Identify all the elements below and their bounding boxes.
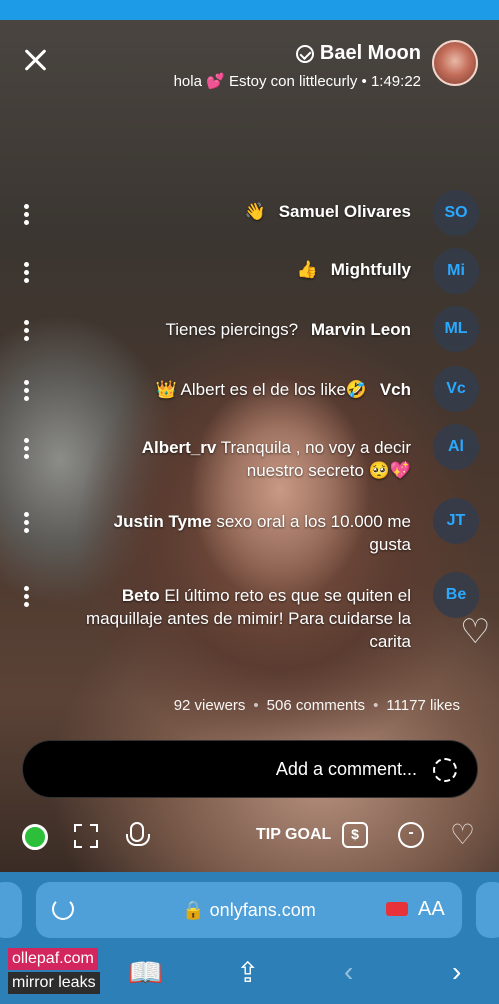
comment-box — [22, 740, 478, 798]
comment-text: Albert_rv Tranquila , no voy a decir nue… — [81, 436, 411, 482]
microphone-icon[interactable] — [126, 822, 150, 846]
comment-user[interactable]: Samuel Olivares — [279, 202, 411, 221]
status-separator: • — [361, 73, 371, 90]
comment-menu-icon[interactable] — [24, 262, 30, 286]
status-text: Estoy con littlecurly — [228, 73, 358, 90]
status-strip — [0, 0, 499, 20]
comment-text: Beto El último reto es que se quiten el … — [51, 584, 411, 653]
comment-user[interactable]: Albert_rv — [142, 438, 217, 457]
comment-user[interactable]: Mightfully — [331, 260, 411, 279]
watermark-line1: ollepaf.com — [8, 948, 98, 970]
comment-avatar[interactable]: Al — [433, 424, 479, 470]
chat-icon[interactable]: - — [398, 822, 424, 848]
record-icon[interactable] — [386, 902, 408, 916]
tip-icon[interactable]: $ — [342, 822, 368, 848]
verified-icon — [295, 44, 314, 63]
stats-separator: • — [253, 697, 259, 714]
stream-stats: 92 viewers • 506 comments • 11177 likes — [40, 697, 460, 714]
stats-separator: • — [373, 697, 379, 714]
like-heart-icon[interactable]: ♡ — [460, 612, 490, 652]
comment-avatar[interactable]: SO — [433, 190, 479, 236]
comment-avatar[interactable]: Vc — [433, 366, 479, 412]
comment-avatar[interactable]: Mi — [433, 248, 479, 294]
live-status-icon[interactable] — [22, 824, 48, 850]
favorite-heart-icon[interactable]: ♡ — [450, 818, 475, 851]
creator-avatar[interactable] — [432, 40, 478, 86]
comment-user[interactable]: Vch — [380, 380, 411, 399]
status-tail: hola — [173, 73, 202, 90]
comment-avatar[interactable]: JT — [433, 498, 479, 544]
comment-user[interactable]: Marvin Leon — [311, 320, 411, 339]
comment-text: Tienes piercings? Marvin Leon — [166, 318, 411, 341]
comment-menu-icon[interactable] — [24, 204, 30, 228]
comment-text: 👑 Albert es el de los like🤣 Vch — [156, 378, 411, 401]
comment-menu-icon[interactable] — [24, 380, 30, 404]
fullscreen-icon[interactable] — [74, 824, 98, 848]
next-tab-pill[interactable] — [476, 882, 499, 938]
comment-menu-icon[interactable] — [24, 586, 30, 610]
comment-text: 👋 Samuel Olivares — [245, 200, 411, 223]
status-heart: 💕 — [206, 73, 225, 90]
comment-user[interactable]: Justin Tyme — [114, 512, 212, 531]
stream-status: hola 💕 Estoy con littlecurly • 1:49:22 — [174, 72, 421, 90]
comment-message: Tranquila , no voy a decir nuestro secre… — [220, 438, 411, 480]
prev-tab-pill[interactable] — [0, 882, 22, 938]
comment-menu-icon[interactable] — [24, 438, 30, 462]
creator-header: Bael Moon — [295, 42, 421, 65]
creator-name[interactable]: Bael Moon — [320, 42, 421, 65]
comment-message: Tienes piercings? — [165, 320, 299, 339]
viewer-count: 92 viewers — [173, 697, 246, 714]
back-icon[interactable]: ‹ — [344, 956, 353, 988]
comment-avatar[interactable]: ML — [433, 306, 479, 352]
comment-message: sexo oral a los 10.000 me gusta — [216, 512, 411, 554]
like-count: 11177 likes — [386, 697, 460, 714]
comment-text: Justin Tyme sexo oral a los 10.000 me gu… — [71, 510, 411, 556]
forward-icon[interactable]: › — [452, 956, 461, 988]
comment-message: 👋 — [244, 202, 266, 221]
comment-count: 506 comments — [266, 697, 366, 714]
share-icon[interactable]: ⇪ — [236, 956, 259, 989]
comment-user[interactable]: Beto — [122, 586, 160, 605]
stream-toolbar: TIP GOAL $ - ♡ — [0, 812, 499, 862]
watermark-line2: mirror leaks — [8, 972, 100, 994]
close-button[interactable] — [22, 46, 50, 74]
status-time: 1:49:22 — [370, 73, 421, 90]
tip-goal-button[interactable]: TIP GOAL — [256, 826, 331, 844]
comment-message: 👍 — [296, 260, 318, 279]
comment-text: 👍 Mightfully — [297, 258, 411, 281]
send-icon[interactable] — [433, 758, 457, 782]
reader-aa-button[interactable]: AA — [418, 898, 445, 921]
comment-input[interactable] — [67, 759, 417, 780]
address-bar[interactable]: 🔒 onlyfans.com AA — [36, 882, 462, 938]
comment-message: 👑 Albert es el de los like🤣 — [155, 380, 368, 399]
comment-menu-icon[interactable] — [24, 512, 30, 536]
comment-menu-icon[interactable] — [24, 320, 30, 344]
bookmarks-icon[interactable]: 📖 — [128, 956, 163, 989]
